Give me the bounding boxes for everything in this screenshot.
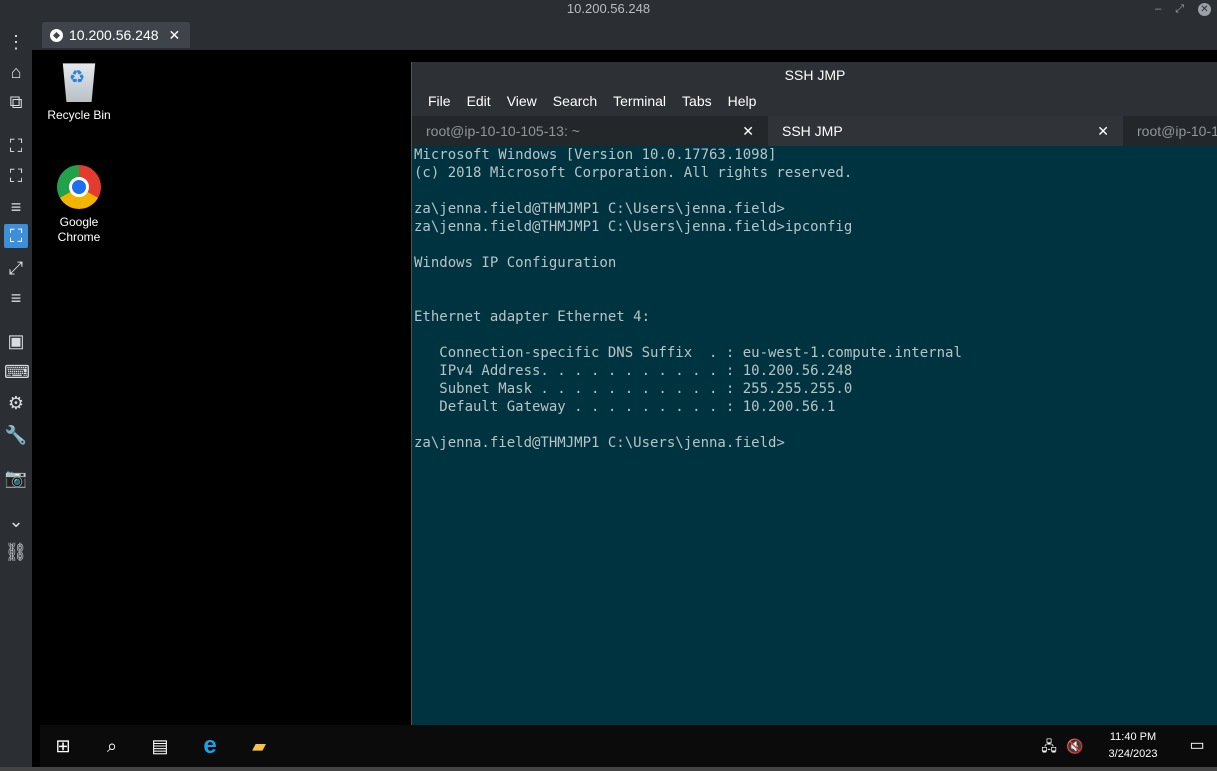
app-title: 10.200.56.248 bbox=[0, 0, 1217, 18]
terminal-window: SSH JMP File Edit View Search Terminal T… bbox=[411, 62, 1217, 726]
task-view-icon[interactable]: ▤ bbox=[137, 725, 183, 767]
file-explorer-icon[interactable]: ▰ bbox=[236, 725, 282, 767]
volume-muted-icon[interactable]: 🔇 bbox=[1062, 725, 1088, 767]
desktop-icon-label: Google bbox=[59, 215, 99, 229]
internet-explorer-icon[interactable]: e bbox=[187, 725, 233, 767]
connection-tab[interactable]: 10.200.56.248 ✕ bbox=[42, 22, 190, 48]
tool-sidebar: ⋮ ⌂ ⧉ ⛶ ⛶ ≡ ⛶ ⤢ ≡ ▣ ⌨ ⚙ 🔧 📷 ⌄ ⛓ bbox=[0, 18, 32, 771]
menu-terminal[interactable]: Terminal bbox=[605, 90, 674, 112]
network-icon[interactable]: 🖧 bbox=[1036, 725, 1062, 767]
terminal-output-area[interactable]: Microsoft Windows [Version 10.0.17763.10… bbox=[412, 146, 1217, 726]
recycle-bin-icon bbox=[62, 63, 96, 102]
camera-icon[interactable]: 📷 bbox=[4, 466, 28, 490]
terminal-output: Microsoft Windows [Version 10.0.17763.10… bbox=[414, 147, 962, 451]
window-controls: – ⤢ ✕ bbox=[1155, 1, 1211, 17]
windows-start-icon[interactable]: ⊞ bbox=[40, 725, 86, 767]
separator-icon: ≡ bbox=[10, 197, 22, 217]
wrench-icon[interactable]: 🔧 bbox=[4, 423, 28, 447]
connection-icon bbox=[50, 28, 63, 42]
new-window-icon[interactable]: ⧉ bbox=[4, 90, 28, 114]
clock-time: 11:40 PM bbox=[1109, 731, 1157, 743]
terminal-tab-root[interactable]: root@ip-10-10-105-13: ~ ✕ bbox=[412, 116, 768, 146]
desktop-icon-chrome[interactable]: Google Chrome bbox=[39, 165, 119, 245]
settings-icon[interactable]: ⚙ bbox=[4, 391, 28, 415]
disconnect-icon[interactable]: ⛓ bbox=[4, 540, 28, 564]
connection-tab-label: 10.200.56.248 bbox=[69, 27, 159, 43]
display-icon[interactable]: ▣ bbox=[4, 329, 28, 353]
menu-edit[interactable]: Edit bbox=[459, 90, 499, 112]
menu-search[interactable]: Search bbox=[545, 90, 605, 112]
fit-window-icon[interactable]: ⛶ bbox=[4, 134, 28, 158]
menu-view[interactable]: View bbox=[499, 90, 545, 112]
desktop-icon-label-2: Chrome bbox=[57, 230, 101, 244]
separator-icon-2: ≡ bbox=[10, 288, 22, 308]
taskbar-clock[interactable]: 11:40 PM 3/24/2023 bbox=[1101, 729, 1165, 763]
close-tab-icon[interactable]: ✕ bbox=[742, 116, 754, 146]
chrome-icon bbox=[57, 165, 101, 209]
terminal-menubar: File Edit View Search Terminal Tabs Help bbox=[420, 90, 764, 112]
search-icon[interactable]: ⌕ bbox=[89, 725, 135, 767]
windows-taskbar: ⊞ ⌕ ▤ e ▰ 🖧 🔇 11:40 PM 3/24/2023 ▭ bbox=[40, 725, 1217, 767]
close-tab-icon[interactable]: ✕ bbox=[169, 27, 181, 44]
menu-dots-icon[interactable]: ⋮ bbox=[4, 30, 28, 54]
clock-date: 3/24/2023 bbox=[1108, 748, 1158, 760]
terminal-tab-label: root@ip-10-10-105-13: ~ bbox=[426, 123, 580, 139]
terminal-tab-label: SSH JMP bbox=[782, 123, 843, 139]
terminal-title: SSH JMP bbox=[784, 67, 846, 83]
notifications-icon[interactable]: ▭ bbox=[1177, 725, 1217, 767]
chevron-down-icon[interactable]: ⌄ bbox=[4, 509, 28, 533]
home-icon[interactable]: ⌂ bbox=[4, 60, 28, 84]
terminal-tab-root-2[interactable]: root@ip-10-1 bbox=[1123, 116, 1217, 146]
close-icon[interactable]: ✕ bbox=[1198, 2, 1211, 16]
minimize-icon[interactable]: – bbox=[1155, 3, 1161, 15]
terminal-tab-label: root@ip-10-1 bbox=[1137, 123, 1217, 139]
menu-help[interactable]: Help bbox=[720, 90, 765, 112]
expand-icon[interactable]: ⤢ bbox=[4, 256, 28, 280]
fullscreen-icon[interactable]: ⛶ bbox=[4, 164, 28, 188]
terminal-tabbar: root@ip-10-10-105-13: ~ ✕ SSH JMP ✕ root… bbox=[412, 116, 1217, 146]
restore-icon[interactable]: ⤢ bbox=[1175, 3, 1184, 16]
menu-tabs[interactable]: Tabs bbox=[674, 90, 720, 112]
connection-tabbar: 10.200.56.248 ✕ bbox=[0, 18, 1217, 50]
terminal-tab-ssh-jmp[interactable]: SSH JMP ✕ bbox=[768, 116, 1123, 146]
desktop-icon-label: Recycle Bin bbox=[47, 108, 111, 122]
menu-file[interactable]: File bbox=[420, 90, 459, 112]
desktop-icon-recycle-bin[interactable]: Recycle Bin bbox=[39, 50, 119, 123]
close-tab-icon[interactable]: ✕ bbox=[1097, 116, 1109, 146]
keyboard-icon[interactable]: ⌨ bbox=[4, 360, 30, 384]
bottom-strip bbox=[0, 767, 1217, 771]
scale-icon[interactable]: ⛶ bbox=[4, 224, 28, 248]
